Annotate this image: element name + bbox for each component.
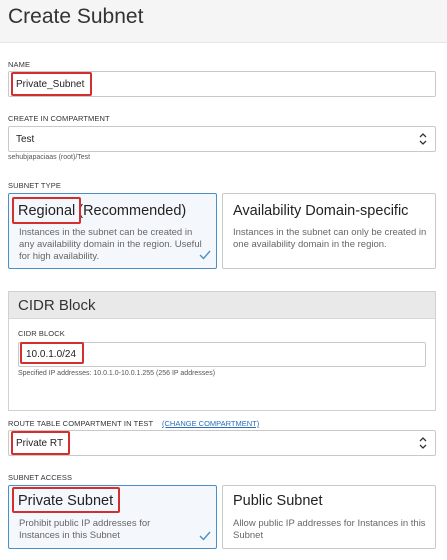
cidr-label: CIDR BLOCK — [18, 329, 65, 338]
highlight-private-subnet — [12, 487, 120, 513]
cidr-block-section-title: CIDR Block — [18, 297, 96, 314]
compartment-select[interactable]: Test — [8, 126, 436, 152]
ad-specific-title: Availability Domain-specific — [233, 203, 409, 219]
subnet-access-label: SUBNET ACCESS — [8, 473, 73, 482]
ad-specific-description: Instances in the subnet can only be crea… — [233, 227, 427, 250]
regional-subtitle: (Recommended) — [78, 203, 187, 219]
chevron-up-down-icon — [419, 437, 427, 449]
regional-description: Instances in the subnet can be created i… — [19, 227, 202, 262]
chevron-up-down-icon — [419, 133, 427, 145]
checkmark-icon — [199, 250, 211, 260]
highlight-route-table — [11, 431, 70, 455]
subnet-type-label: SUBNET TYPE — [8, 181, 61, 190]
highlight-name — [11, 72, 92, 96]
cidr-hint: Specified IP addresses: 10.0.1.0-10.0.1.… — [18, 370, 216, 377]
subnet-type-ad-specific-option[interactable]: Availability Domain-specific Instances i… — [222, 193, 436, 269]
compartment-path: sehubjapaciaas (root)/Test — [8, 154, 91, 161]
highlight-cidr — [20, 342, 84, 364]
page-title: Create Subnet — [8, 5, 144, 28]
public-subnet-description: Allow public IP addresses for Instances … — [233, 518, 426, 541]
cidr-block-header: CIDR Block — [9, 292, 435, 319]
change-compartment-link[interactable]: (CHANGE COMPARTMENT) — [162, 419, 259, 428]
highlight-regional — [12, 197, 81, 224]
checkmark-icon — [199, 531, 211, 541]
name-label: NAME — [8, 60, 31, 69]
public-subnet-title: Public Subnet — [233, 493, 323, 509]
subnet-access-public-option[interactable]: Public Subnet Allow public IP addresses … — [222, 485, 436, 549]
compartment-label: CREATE IN COMPARTMENT — [8, 114, 110, 123]
route-table-label: ROUTE TABLE COMPARTMENT IN TEST — [8, 419, 154, 428]
route-table-select[interactable]: Private RT — [8, 430, 436, 456]
page-header: Create Subnet — [0, 0, 447, 43]
compartment-select-value: Test — [16, 134, 35, 145]
private-subnet-description: Prohibit public IP addresses for Instanc… — [19, 518, 151, 541]
